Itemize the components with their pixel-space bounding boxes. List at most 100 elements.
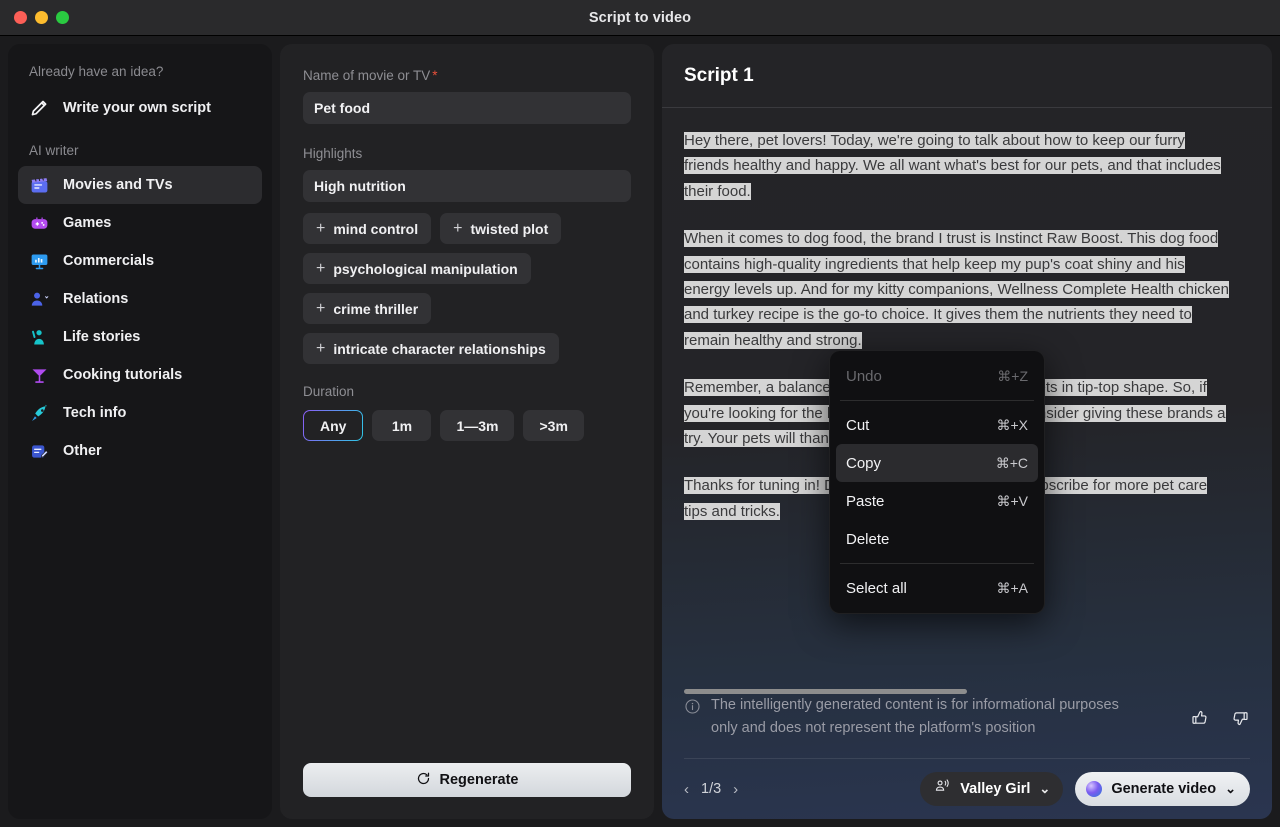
clapperboard-icon bbox=[29, 175, 50, 196]
context-menu-separator bbox=[840, 563, 1034, 564]
chip-label: mind control bbox=[333, 221, 418, 237]
sidebar-item-label: Games bbox=[63, 215, 111, 231]
sidebar-item-label: Relations bbox=[63, 291, 128, 307]
script-title: Script 1 bbox=[684, 65, 754, 87]
context-menu-item-label: Delete bbox=[846, 531, 889, 548]
duration-option-1-3m[interactable]: 1—3m bbox=[440, 410, 514, 441]
sidebar-item-cooking-tutorials[interactable]: Cooking tutorials bbox=[18, 356, 262, 394]
suggestion-chip-list: + mind control + twisted plot + psycholo… bbox=[303, 213, 631, 364]
context-menu-item-copy[interactable]: Copy ⌘+C bbox=[836, 444, 1038, 482]
people-icon bbox=[29, 289, 50, 310]
voice-label: Valley Girl bbox=[960, 781, 1030, 797]
sidebar-item-commercials[interactable]: Commercials bbox=[18, 242, 262, 280]
info-circle-icon bbox=[684, 694, 701, 720]
context-menu-item-undo[interactable]: Undo ⌘+Z bbox=[836, 357, 1038, 395]
duration-label-text: >3m bbox=[539, 418, 567, 434]
sidebar-item-label: Cooking tutorials bbox=[63, 367, 182, 383]
duration-label-text: 1—3m bbox=[456, 418, 498, 434]
duration-option-1m[interactable]: 1m bbox=[372, 410, 431, 441]
suggestion-chip-mind-control[interactable]: + mind control bbox=[303, 213, 431, 244]
sidebar-item-other[interactable]: Other bbox=[18, 432, 262, 470]
context-menu-item-label: Copy bbox=[846, 455, 881, 472]
context-menu: Undo ⌘+Z Cut ⌘+X Copy ⌘+C Paste ⌘+V Dele… bbox=[829, 350, 1045, 614]
sidebar: Already have an idea? Write your own scr… bbox=[8, 44, 272, 819]
duration-options: Any 1m 1—3m >3m bbox=[303, 410, 631, 441]
name-input[interactable]: Pet food bbox=[303, 92, 631, 124]
sidebar-idea-heading: Already have an idea? bbox=[18, 58, 262, 89]
sidebar-item-movies-and-tvs[interactable]: Movies and TVs bbox=[18, 166, 262, 204]
disclaimer-text: The intelligently generated content is f… bbox=[711, 694, 1131, 740]
spacer bbox=[303, 124, 631, 146]
context-menu-item-shortcut: ⌘+V bbox=[996, 493, 1028, 510]
script-paragraph: Hey there, pet lovers! Today, we're goin… bbox=[684, 128, 1232, 204]
ai-orb-icon bbox=[1086, 781, 1102, 797]
window-title: Script to video bbox=[0, 10, 1280, 26]
refresh-icon bbox=[416, 771, 431, 790]
plus-icon: + bbox=[316, 261, 325, 277]
suggestion-chip-crime-thriller[interactable]: + crime thriller bbox=[303, 293, 431, 324]
sidebar-item-label: Write your own script bbox=[63, 100, 211, 116]
script-paragraph-text: Hey there, pet lovers! Today, we're goin… bbox=[684, 132, 1221, 200]
context-menu-item-shortcut: ⌘+A bbox=[996, 580, 1028, 597]
cocktail-glass-icon bbox=[29, 365, 50, 386]
suggestion-chip-twisted-plot[interactable]: + twisted plot bbox=[440, 213, 561, 244]
context-menu-item-shortcut: ⌘+X bbox=[996, 417, 1028, 434]
chip-label: twisted plot bbox=[470, 221, 548, 237]
chip-label: intricate character relationships bbox=[333, 341, 545, 357]
context-menu-item-label: Undo bbox=[846, 368, 882, 385]
regenerate-label: Regenerate bbox=[440, 772, 519, 788]
sidebar-item-tech-info[interactable]: Tech info bbox=[18, 394, 262, 432]
highlights-input[interactable]: High nutrition bbox=[303, 170, 631, 202]
pager-value: 1/3 bbox=[701, 781, 721, 797]
sidebar-item-life-stories[interactable]: Life stories bbox=[18, 318, 262, 356]
script-paragraph: When it comes to dog food, the brand I t… bbox=[684, 226, 1232, 353]
duration-option-gt3m[interactable]: >3m bbox=[523, 410, 583, 441]
generate-video-label: Generate video bbox=[1111, 781, 1216, 797]
pencil-icon bbox=[29, 98, 50, 119]
voice-selector-button[interactable]: Valley Girl ⌄ bbox=[920, 772, 1063, 806]
sidebar-item-label: Other bbox=[63, 443, 102, 459]
plus-icon: + bbox=[316, 221, 325, 237]
suggestion-chip-intricate-character-relationships[interactable]: + intricate character relationships bbox=[303, 333, 559, 364]
chevron-down-icon: ⌄ bbox=[1039, 781, 1050, 797]
rocket-icon bbox=[29, 403, 50, 424]
name-input-value: Pet food bbox=[314, 100, 370, 116]
context-menu-item-label: Cut bbox=[846, 417, 869, 434]
sidebar-item-games[interactable]: Games bbox=[18, 204, 262, 242]
suggestion-chip-psychological-manipulation[interactable]: + psychological manipulation bbox=[303, 253, 531, 284]
regenerate-button[interactable]: Regenerate bbox=[303, 763, 631, 797]
script-footer: ‹ 1/3 › Valley Girl ⌄ Generate video ⌄ bbox=[684, 770, 1250, 808]
generate-video-button[interactable]: Generate video ⌄ bbox=[1075, 772, 1250, 806]
name-field-label: Name of movie or TV* bbox=[303, 68, 631, 83]
context-menu-item-paste[interactable]: Paste ⌘+V bbox=[836, 482, 1038, 520]
person-waving-icon bbox=[29, 327, 50, 348]
context-menu-item-label: Paste bbox=[846, 493, 884, 510]
pager-next-button[interactable]: › bbox=[733, 781, 738, 798]
sidebar-item-label: Tech info bbox=[63, 405, 126, 421]
pager-prev-button[interactable]: ‹ bbox=[684, 781, 689, 798]
thumbs-down-icon[interactable] bbox=[1230, 708, 1250, 733]
sidebar-item-relations[interactable]: Relations bbox=[18, 280, 262, 318]
duration-label-text: Any bbox=[320, 418, 346, 434]
plus-icon: + bbox=[453, 221, 462, 237]
disclaimer-row: The intelligently generated content is f… bbox=[684, 694, 1250, 759]
duration-label: Duration bbox=[303, 384, 631, 399]
highlights-label: Highlights bbox=[303, 146, 631, 161]
sidebar-item-label: Movies and TVs bbox=[63, 177, 173, 193]
context-menu-item-label: Select all bbox=[846, 580, 907, 597]
sidebar-item-write-your-own-script[interactable]: Write your own script bbox=[18, 89, 262, 127]
duration-option-any[interactable]: Any bbox=[303, 410, 363, 441]
gamepad-icon bbox=[29, 213, 50, 234]
context-menu-item-select-all[interactable]: Select all ⌘+A bbox=[836, 569, 1038, 607]
script-paragraph-text: When it comes to dog food, the brand I t… bbox=[684, 230, 1229, 349]
context-menu-item-cut[interactable]: Cut ⌘+X bbox=[836, 406, 1038, 444]
required-marker: * bbox=[432, 68, 437, 83]
thumbs-up-icon[interactable] bbox=[1190, 708, 1210, 733]
note-edit-icon bbox=[29, 441, 50, 462]
presentation-chart-icon bbox=[29, 251, 50, 272]
context-menu-separator bbox=[840, 400, 1034, 401]
chevron-down-icon: ⌄ bbox=[1225, 781, 1236, 797]
sidebar-item-label: Life stories bbox=[63, 329, 140, 345]
context-menu-item-delete[interactable]: Delete bbox=[836, 520, 1038, 558]
spacer bbox=[303, 364, 631, 384]
